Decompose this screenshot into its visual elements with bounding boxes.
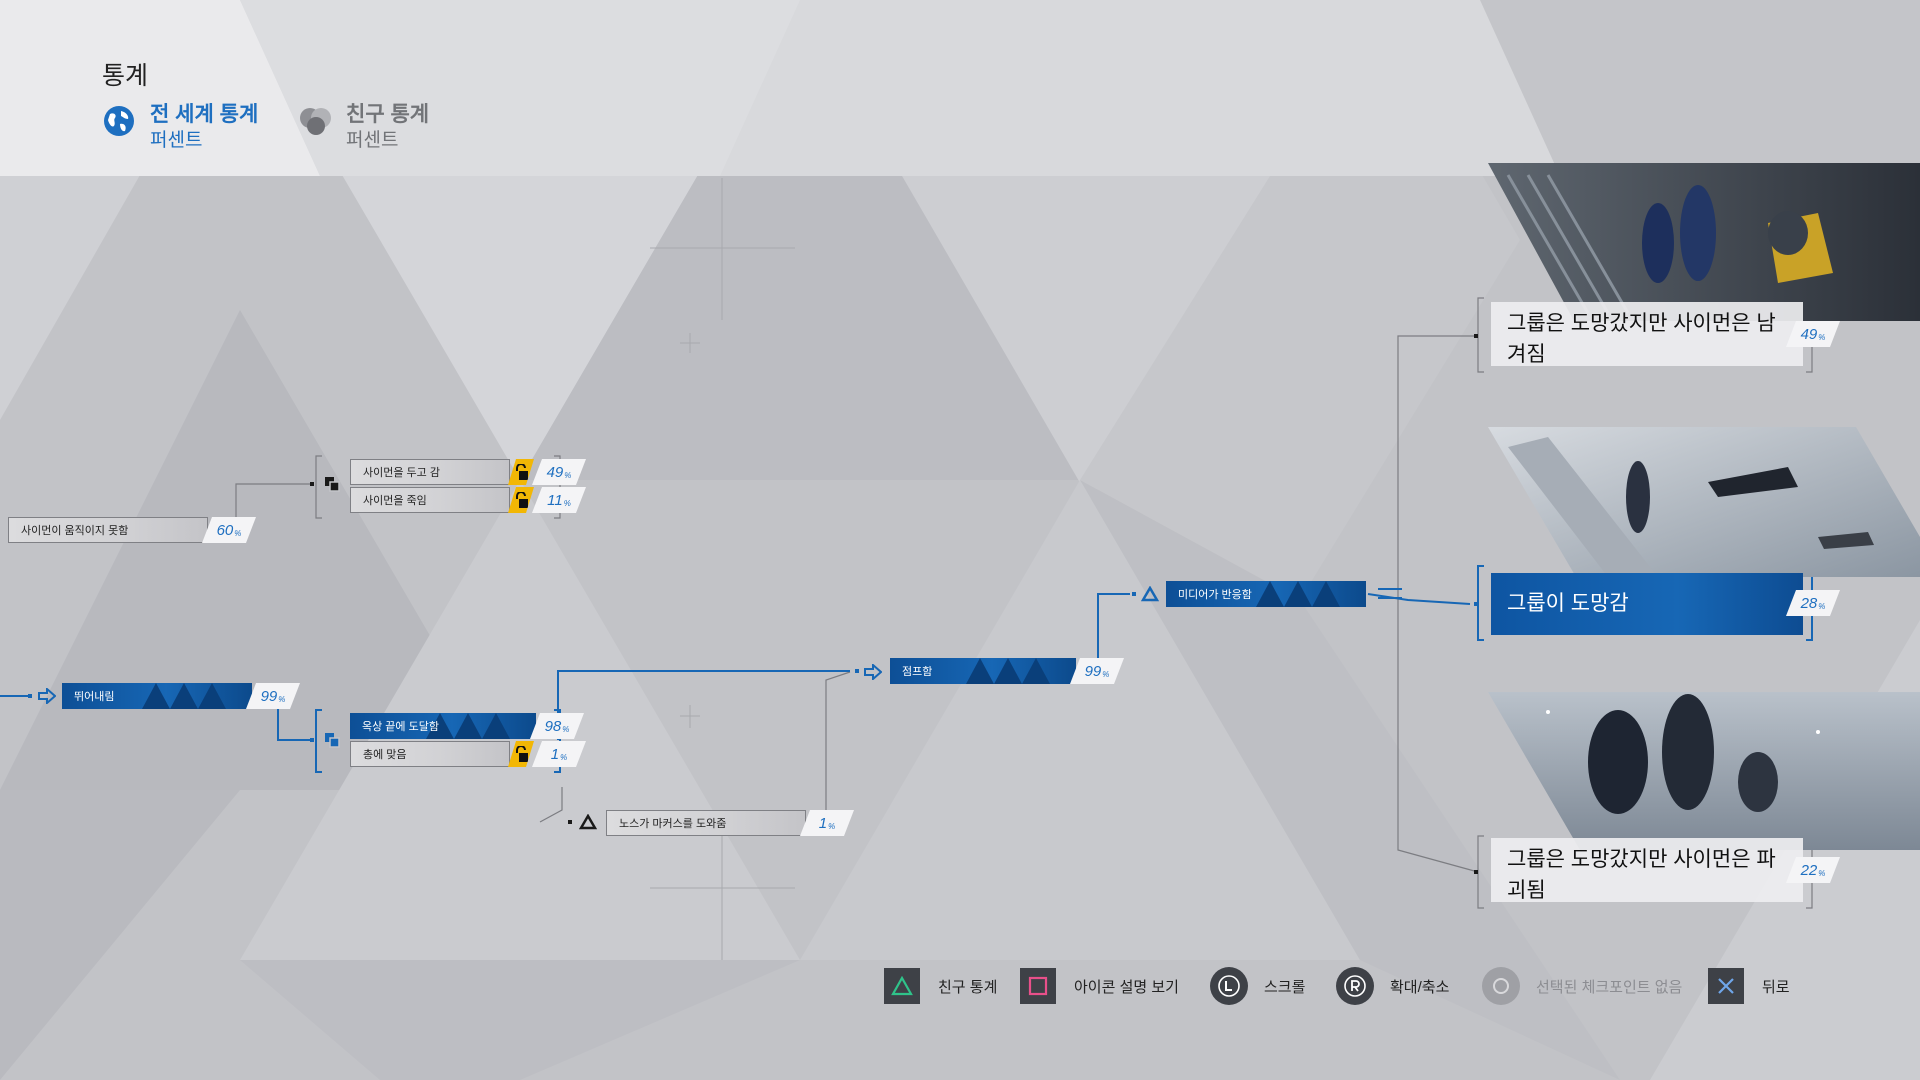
node-jump-down[interactable]: 뛰어내림 99% (62, 683, 300, 709)
left-stick-icon (1210, 967, 1248, 1005)
percent-badge: 1% (800, 810, 854, 836)
lock-icon (508, 459, 534, 485)
node-label: 사이먼이 움직이지 못함 (21, 525, 129, 537)
node-label: 옥상 끝에 도달함 (362, 721, 439, 733)
footer-label: 스크롤 (1264, 978, 1306, 996)
node-north-helps[interactable]: 노스가 마커스를 도와줌 1% (606, 810, 854, 836)
tab-global-stats[interactable]: 전 세계 통계 퍼센트 (102, 102, 258, 154)
tab-friend-label: 친구 통계 (346, 103, 430, 126)
outcome-group-escaped[interactable]: 그룹이 도망감 (1491, 573, 1803, 635)
choice-icon-blue (325, 733, 340, 748)
footer-label: 선택된 체크포인트 없음 (1536, 978, 1683, 996)
node-label: 사이먼을 두고 감 (363, 467, 440, 479)
friends-icon (300, 108, 331, 135)
choice-icon (325, 477, 340, 492)
globe-icon (104, 106, 134, 136)
arrow-right-icon (864, 664, 882, 680)
tab-friend-stats[interactable]: 친구 통계 퍼센트 (298, 102, 429, 154)
footer-friend-stats[interactable]: 친구 통계 (884, 966, 997, 1006)
footer-scroll[interactable]: 스크롤 (1210, 966, 1305, 1006)
node-media-reacts[interactable]: 미디어가 반응함 (1166, 581, 1366, 607)
header-band (0, 0, 1920, 176)
node-label: 점프함 (902, 666, 933, 678)
footer-back[interactable]: 뒤로 (1708, 966, 1790, 1006)
right-stick-icon (1336, 967, 1374, 1005)
node-label: 총에 맞음 (363, 749, 407, 761)
outcome-image-simon-destroyed (1488, 692, 1920, 850)
node-simon-immobile[interactable]: 사이먼이 움직이지 못함 60% (8, 517, 256, 543)
footer-label: 친구 통계 (938, 978, 998, 996)
node-label: 뛰어내림 (74, 691, 115, 703)
lock-icon (508, 487, 534, 513)
node-leave-simon[interactable]: 사이먼을 두고 감 49% (350, 459, 586, 485)
percent-badge: 99% (1070, 658, 1124, 684)
percent-badge: 60% (202, 517, 256, 543)
footer-label: 아이콘 설명 보기 (1074, 978, 1179, 996)
outcome-escaped-simon-destroyed[interactable]: 그룹은 도망갔지만 사이먼은 파괴됨 (1491, 838, 1803, 902)
triangle-event-icon (1141, 586, 1159, 602)
lock-icon (508, 741, 534, 767)
outcome-label: 그룹은 도망갔지만 사이먼은 남겨짐 (1507, 312, 1776, 366)
percent-badge: 1% (532, 741, 586, 767)
node-label: 사이먼을 죽임 (363, 495, 427, 507)
square-button-icon (1020, 968, 1056, 1004)
percent-badge: 99% (246, 683, 300, 709)
percent-badge: 49% (532, 459, 586, 485)
node-kill-simon[interactable]: 사이먼을 죽임 11% (350, 487, 586, 513)
footer-icon-legend[interactable]: 아이콘 설명 보기 (1020, 966, 1179, 1006)
outcome-label: 그룹이 도망감 (1507, 592, 1629, 615)
node-label: 미디어가 반응함 (1178, 589, 1252, 601)
outcome-label: 그룹은 도망갔지만 사이먼은 파괴됨 (1507, 848, 1776, 902)
cross-button-icon (1708, 968, 1744, 1004)
tab-global-label: 전 세계 통계 (150, 103, 259, 126)
node-got-shot[interactable]: 총에 맞음 1% (350, 741, 586, 767)
outcome-escaped-simon-left[interactable]: 그룹은 도망갔지만 사이먼은 남겨짐 (1491, 302, 1803, 366)
node-reach-roof-edge[interactable]: 옥상 끝에 도달함 98% (350, 713, 584, 739)
page-title: 통계 (102, 62, 149, 90)
footer-label: 뒤로 (1762, 978, 1790, 996)
outcome-image-group-escaped (1488, 427, 1920, 577)
tab-friend-sublabel: 퍼센트 (346, 130, 399, 151)
circle-button-icon (1482, 967, 1520, 1005)
arrow-right-icon (38, 688, 56, 704)
node-jumped[interactable]: 점프함 99% (890, 658, 1124, 684)
footer-zoom[interactable]: 확대/축소 (1336, 966, 1449, 1006)
footer-no-checkpoint: 선택된 체크포인트 없음 (1482, 966, 1682, 1006)
percent-badge: 11% (532, 487, 586, 513)
tab-global-sublabel: 퍼센트 (150, 130, 203, 151)
percent-badge: 98% (530, 713, 584, 739)
triangle-event-icon (579, 814, 597, 830)
node-label: 노스가 마커스를 도와줌 (619, 818, 727, 830)
outcome-image-simon-left (1488, 163, 1920, 321)
footer-label: 확대/축소 (1390, 978, 1450, 996)
triangle-button-icon (884, 968, 920, 1004)
